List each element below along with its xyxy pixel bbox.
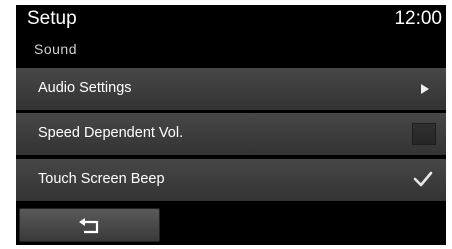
back-arrow-icon	[79, 218, 99, 234]
status-bar: Setup 12:00	[16, 5, 446, 33]
menu-item-touch-screen-beep[interactable]: Touch Screen Beep	[16, 159, 446, 201]
menu-item-speed-dependent-vol[interactable]: Speed Dependent Vol.	[16, 113, 446, 155]
menu-item-audio-settings[interactable]: Audio Settings	[16, 68, 446, 110]
back-button[interactable]	[19, 208, 160, 242]
menu-item-label: Audio Settings	[38, 80, 132, 96]
check-icon[interactable]	[412, 168, 434, 190]
menu-item-label: Speed Dependent Vol.	[38, 125, 184, 141]
arrow-right-icon	[421, 84, 429, 94]
speed-dependent-vol-checkbox[interactable]	[412, 123, 436, 145]
screen: Setup 12:00 Sound Audio Settings Speed D…	[16, 5, 446, 245]
breadcrumb: Sound	[34, 41, 77, 57]
clock: 12:00	[394, 8, 442, 29]
page-title: Setup	[27, 8, 77, 29]
menu-item-label: Touch Screen Beep	[38, 171, 165, 187]
